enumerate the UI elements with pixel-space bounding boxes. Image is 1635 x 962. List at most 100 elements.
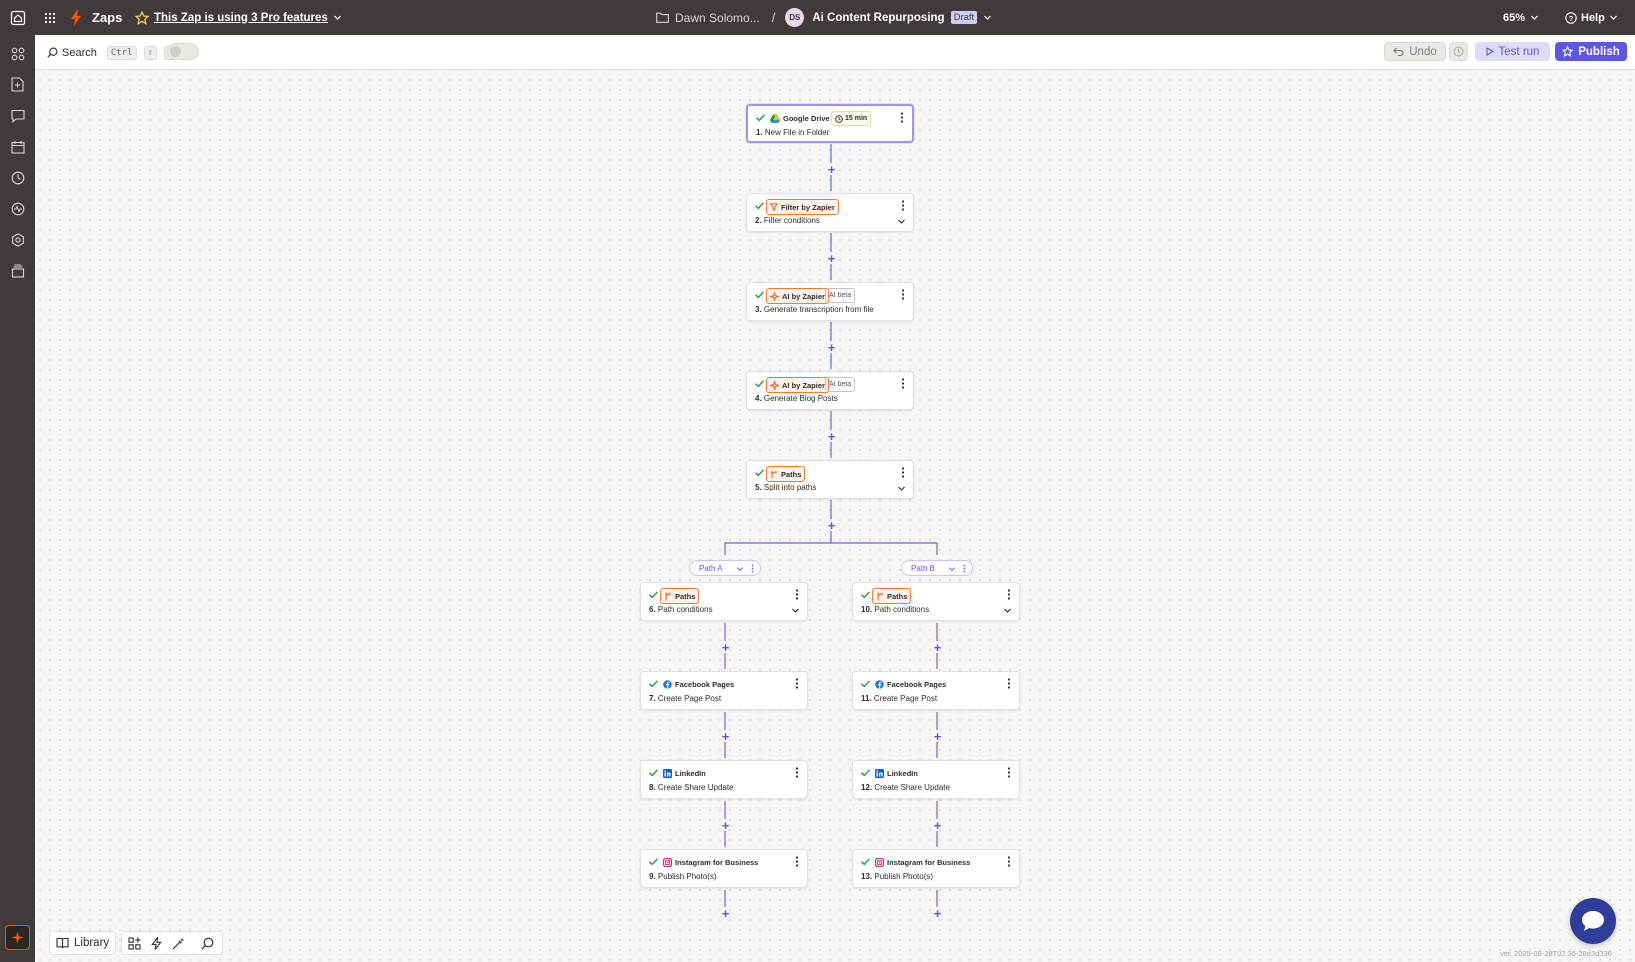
chevron-down-icon[interactable] <box>897 217 906 226</box>
lightning-icon[interactable] <box>151 937 162 950</box>
app-chip: AI by Zapier <box>766 377 829 393</box>
step-node[interactable]: Paths 10. Path conditions <box>852 582 1020 621</box>
check-icon <box>649 680 659 688</box>
app-name: AI by Zapier <box>782 380 825 390</box>
add-step-button[interactable]: + <box>826 430 837 443</box>
step-title: 10. Path conditions <box>861 605 930 614</box>
search-icon[interactable] <box>201 937 214 950</box>
canvas-tools <box>121 931 223 955</box>
path-a-label[interactable]: Path A <box>689 560 761 576</box>
add-step-button[interactable]: + <box>932 730 943 743</box>
more-options-icon[interactable] <box>900 112 904 123</box>
more-options-icon[interactable] <box>901 200 905 211</box>
more-options-icon[interactable] <box>901 289 905 300</box>
add-step-button[interactable]: + <box>720 641 731 654</box>
more-options-icon[interactable] <box>751 564 754 573</box>
app-name: LinkedIn <box>887 768 918 778</box>
step-node[interactable]: Facebook Pages 7. Create Page Post <box>640 671 808 710</box>
check-icon <box>649 769 659 777</box>
instagram-icon <box>875 857 884 867</box>
app-chip: Paths <box>660 588 700 604</box>
paths-icon <box>665 592 671 600</box>
step-node[interactable]: Filter by Zapier 2. Filter conditions <box>746 193 914 232</box>
ai-sparkle-icon <box>770 380 779 390</box>
chat-support-button[interactable] <box>1570 898 1616 944</box>
more-options-icon[interactable] <box>795 856 799 867</box>
step-node[interactable]: LinkedIn 12. Create Share Update <box>852 760 1020 799</box>
timer-icon <box>835 114 843 123</box>
book-icon <box>56 937 69 949</box>
step-title: 7. Create Page Post <box>649 694 722 703</box>
polling-interval-badge: 15 min <box>831 111 872 126</box>
add-step-button[interactable]: + <box>720 907 731 920</box>
ai-beta-badge: AI beta <box>825 288 856 303</box>
step-node[interactable]: LinkedIn 8. Create Share Update <box>640 760 808 799</box>
add-step-button[interactable]: + <box>932 907 943 920</box>
app-name: Google Drive <box>783 113 830 123</box>
version-label: ver. 2025-08-28T02:36-28e3d336 <box>1500 949 1612 958</box>
add-step-button[interactable]: + <box>826 252 837 265</box>
more-options-icon[interactable] <box>795 767 799 778</box>
add-step-button[interactable]: + <box>826 163 837 176</box>
step-node[interactable]: Paths 6. Path conditions <box>640 582 808 621</box>
step-title: 5. Split into paths <box>755 483 817 492</box>
app-chip: LinkedIn <box>872 766 921 780</box>
step-node[interactable]: AI by Zapier AI beta 4. Generate Blog Po… <box>746 371 914 410</box>
chevron-down-icon[interactable] <box>1003 606 1012 615</box>
check-icon <box>755 291 765 299</box>
add-components-icon[interactable] <box>128 937 141 950</box>
step-title: 11. Create Page Post <box>861 694 938 703</box>
app-chip: Instagram for Business <box>872 855 973 869</box>
add-step-button[interactable]: + <box>932 819 943 832</box>
more-options-icon[interactable] <box>1007 678 1011 689</box>
app-chip: Facebook Pages <box>872 677 949 691</box>
app-chip: Paths <box>766 466 806 482</box>
add-step-button[interactable]: + <box>932 641 943 654</box>
check-icon <box>756 114 766 122</box>
check-icon <box>755 202 765 210</box>
step-node[interactable]: Facebook Pages 11. Create Page Post <box>852 671 1020 710</box>
more-options-icon[interactable] <box>1007 856 1011 867</box>
check-icon <box>861 591 871 599</box>
path-b-label[interactable]: Path B <box>901 560 973 576</box>
chevron-down-icon[interactable] <box>736 565 744 573</box>
step-title: 13. Publish Photo(s) <box>861 872 934 881</box>
more-options-icon[interactable] <box>1007 589 1011 600</box>
step-title: 9. Publish Photo(s) <box>649 872 717 881</box>
step-node[interactable]: Instagram for Business 13. Publish Photo… <box>852 849 1020 888</box>
more-options-icon[interactable] <box>795 678 799 689</box>
step-title: 6. Path conditions <box>649 605 713 614</box>
chevron-down-icon[interactable] <box>948 565 956 573</box>
linkedin-icon <box>875 768 884 778</box>
step-title: 3. Generate transcription from file <box>755 305 874 314</box>
more-options-icon[interactable] <box>963 564 966 573</box>
step-node[interactable]: Instagram for Business 9. Publish Photo(… <box>640 849 808 888</box>
check-icon <box>755 469 765 477</box>
chevron-down-icon[interactable] <box>897 484 906 493</box>
add-step-button[interactable]: + <box>826 519 837 532</box>
step-node[interactable]: Paths 5. Split into paths <box>746 460 914 499</box>
app-name: Filter by Zapier <box>781 202 835 212</box>
more-options-icon[interactable] <box>901 378 905 389</box>
more-options-icon[interactable] <box>1007 767 1011 778</box>
app-chip: Paths <box>872 588 912 604</box>
library-button[interactable]: Library <box>49 931 116 955</box>
linkedin-icon <box>663 768 672 778</box>
more-options-icon[interactable] <box>795 589 799 600</box>
magic-wand-icon[interactable] <box>172 937 185 950</box>
step-node[interactable]: Google Drive 15 min 1. New File in Folde… <box>746 104 914 143</box>
facebook-icon <box>875 679 884 689</box>
app-name: Instagram for Business <box>887 857 971 867</box>
check-icon <box>861 858 871 866</box>
chevron-down-icon[interactable] <box>791 606 800 615</box>
more-options-icon[interactable] <box>901 467 905 478</box>
check-icon <box>649 591 659 599</box>
app-name: Paths <box>675 591 696 601</box>
step-node[interactable]: AI by Zapier AI beta 3. Generate transcr… <box>746 282 914 321</box>
add-step-button[interactable]: + <box>826 341 837 354</box>
add-step-button[interactable]: + <box>720 730 731 743</box>
check-icon <box>649 858 659 866</box>
add-step-button[interactable]: + <box>720 819 731 832</box>
google-drive-icon <box>770 113 780 123</box>
step-title: 8. Create Share Update <box>649 783 734 792</box>
